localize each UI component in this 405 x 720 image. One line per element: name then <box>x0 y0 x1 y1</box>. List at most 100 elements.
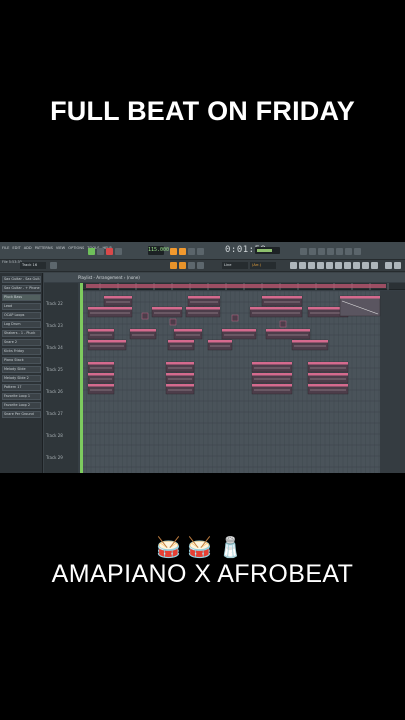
channel-item[interactable]: OCAP Loops <box>2 312 41 319</box>
slice-tool-icon[interactable] <box>290 262 297 269</box>
playhead-marker[interactable] <box>80 283 83 473</box>
cpu-meter <box>255 247 280 254</box>
channel-item[interactable]: Snare Per Ground <box>2 411 41 418</box>
channel-item[interactable]: Pattern 17 <box>2 384 41 391</box>
track-label[interactable]: Track 27 <box>46 411 63 416</box>
short-clip <box>231 314 239 322</box>
paint-tool-icon[interactable] <box>179 262 186 269</box>
browser-icon[interactable] <box>336 247 343 255</box>
clip-header <box>252 384 292 387</box>
menu-bar: FILEEDITADDPATTERNSVIEWOPTIONSTOOLSHELP … <box>0 242 405 260</box>
fl-studio-window: FILEEDITADDPATTERNSVIEWOPTIONSTOOLSHELP … <box>0 242 405 473</box>
link-icon[interactable] <box>344 262 351 269</box>
channel-item[interactable]: Kicks Friday <box>2 348 41 355</box>
channel-item[interactable]: Melody Slide 2 <box>2 375 41 382</box>
channel-item[interactable]: Sax Guitar - + Phone <box>2 285 41 292</box>
channel-item[interactable]: Favorite Loop 1 <box>2 393 41 400</box>
clip-header <box>88 384 114 387</box>
play-icon[interactable] <box>88 247 95 255</box>
channel-item[interactable]: Shakers - 1 - Pluck <box>2 330 41 337</box>
record-icon[interactable] <box>106 247 113 255</box>
cloud-icon[interactable] <box>371 262 378 269</box>
arrangement-selector[interactable]: (Arr.) <box>250 262 276 269</box>
zoom-tool-icon[interactable] <box>308 262 315 269</box>
short-clip <box>169 318 177 326</box>
clip-header <box>88 373 114 376</box>
menu-item-patterns[interactable]: PATTERNS <box>35 246 53 250</box>
clip-header <box>308 362 348 365</box>
channel-item[interactable]: Favorite Loop 2 <box>2 402 41 409</box>
channel-browser: Sax Guitar - Sax Guitar Sax Guitar - + Ph… <box>0 273 43 473</box>
metronome-icon[interactable] <box>170 247 177 255</box>
clip-header <box>174 329 202 332</box>
delete-tool-icon[interactable] <box>188 262 195 269</box>
loop-record-icon[interactable] <box>197 247 204 255</box>
channel-item[interactable]: Snare 2 <box>2 339 41 346</box>
menu-item-view[interactable]: VIEW <box>56 246 65 250</box>
clip-header <box>88 329 114 332</box>
snap-mode-selector[interactable]: Line <box>222 262 248 269</box>
menu-item-edit[interactable]: EDIT <box>12 246 20 250</box>
track-label[interactable]: Track 22 <box>46 301 63 306</box>
clip-header <box>188 296 220 299</box>
playlist-clips[interactable] <box>82 283 405 473</box>
mode-buttons <box>170 247 204 255</box>
clip-header <box>166 373 194 376</box>
track-label[interactable]: Track 25 <box>46 367 63 372</box>
menu-item-options[interactable]: OPTIONS <box>68 246 84 250</box>
track-label[interactable]: Track 24 <box>46 345 63 350</box>
channel-item[interactable]: Log Drum <box>2 321 41 328</box>
channel-rack-icon[interactable] <box>318 247 325 255</box>
channel-item[interactable]: Piano Stack <box>2 357 41 364</box>
clip-header <box>168 340 194 343</box>
footer-emoji: 🥁🥁🧂 <box>156 535 249 559</box>
select-tool-icon[interactable] <box>299 262 306 269</box>
clip-header <box>292 340 328 343</box>
menu-item-file[interactable]: FILE <box>2 246 9 250</box>
pattern-selector[interactable]: Track 16 <box>20 262 46 269</box>
clip-header <box>166 384 194 387</box>
clip-header <box>252 362 292 365</box>
mixer-icon[interactable] <box>327 247 334 255</box>
draw-tool-icon[interactable] <box>170 262 177 269</box>
channel-item[interactable]: Melody Slide <box>2 366 41 373</box>
transport-controls <box>88 247 122 255</box>
track-label[interactable]: Track 29 <box>46 455 63 460</box>
playback-tool-icon[interactable] <box>317 262 324 269</box>
wait-icon[interactable] <box>179 247 186 255</box>
clip-header <box>222 329 256 332</box>
automation-clip-header <box>340 296 380 299</box>
clip-header <box>208 340 232 343</box>
track-label[interactable]: Track 26 <box>46 389 63 394</box>
channel-item[interactable]: Sax Guitar - Sax Guitar <box>2 276 41 283</box>
add-pattern-icon[interactable] <box>50 262 57 269</box>
piano-roll-icon[interactable] <box>309 247 316 255</box>
close-icon[interactable] <box>394 262 401 269</box>
clip-header <box>250 307 302 310</box>
minimize-icon[interactable] <box>385 262 392 269</box>
short-clip <box>279 320 287 328</box>
clip-header <box>88 307 132 310</box>
track-label[interactable]: Track 23 <box>46 323 63 328</box>
mute-tool-icon[interactable] <box>197 262 204 269</box>
clip-header <box>88 340 126 343</box>
track-label[interactable]: Track 28 <box>46 433 63 438</box>
stop-icon[interactable] <box>97 247 104 255</box>
headline-title: FULL BEAT ON FRIDAY <box>50 96 355 126</box>
view-icon[interactable] <box>353 262 360 269</box>
tempo-display[interactable]: 115.000 <box>148 246 169 255</box>
countdown-icon[interactable] <box>188 247 195 255</box>
settings-icon[interactable] <box>354 247 361 255</box>
pattern-song-toggle[interactable] <box>115 247 122 255</box>
list-tool-icon[interactable] <box>326 262 333 269</box>
magnet-icon[interactable] <box>335 262 342 269</box>
clip-header <box>308 384 348 387</box>
plugin-db-icon[interactable] <box>345 247 352 255</box>
menu-item-add[interactable]: ADD <box>24 246 32 250</box>
channel-item[interactable]: Lead <box>2 303 41 310</box>
automation-clip <box>339 295 381 317</box>
playlist-icon[interactable] <box>300 247 307 255</box>
help-icon[interactable] <box>362 262 369 269</box>
clip-header <box>308 373 348 376</box>
channel-item[interactable]: Pluck Bass <box>2 294 41 301</box>
